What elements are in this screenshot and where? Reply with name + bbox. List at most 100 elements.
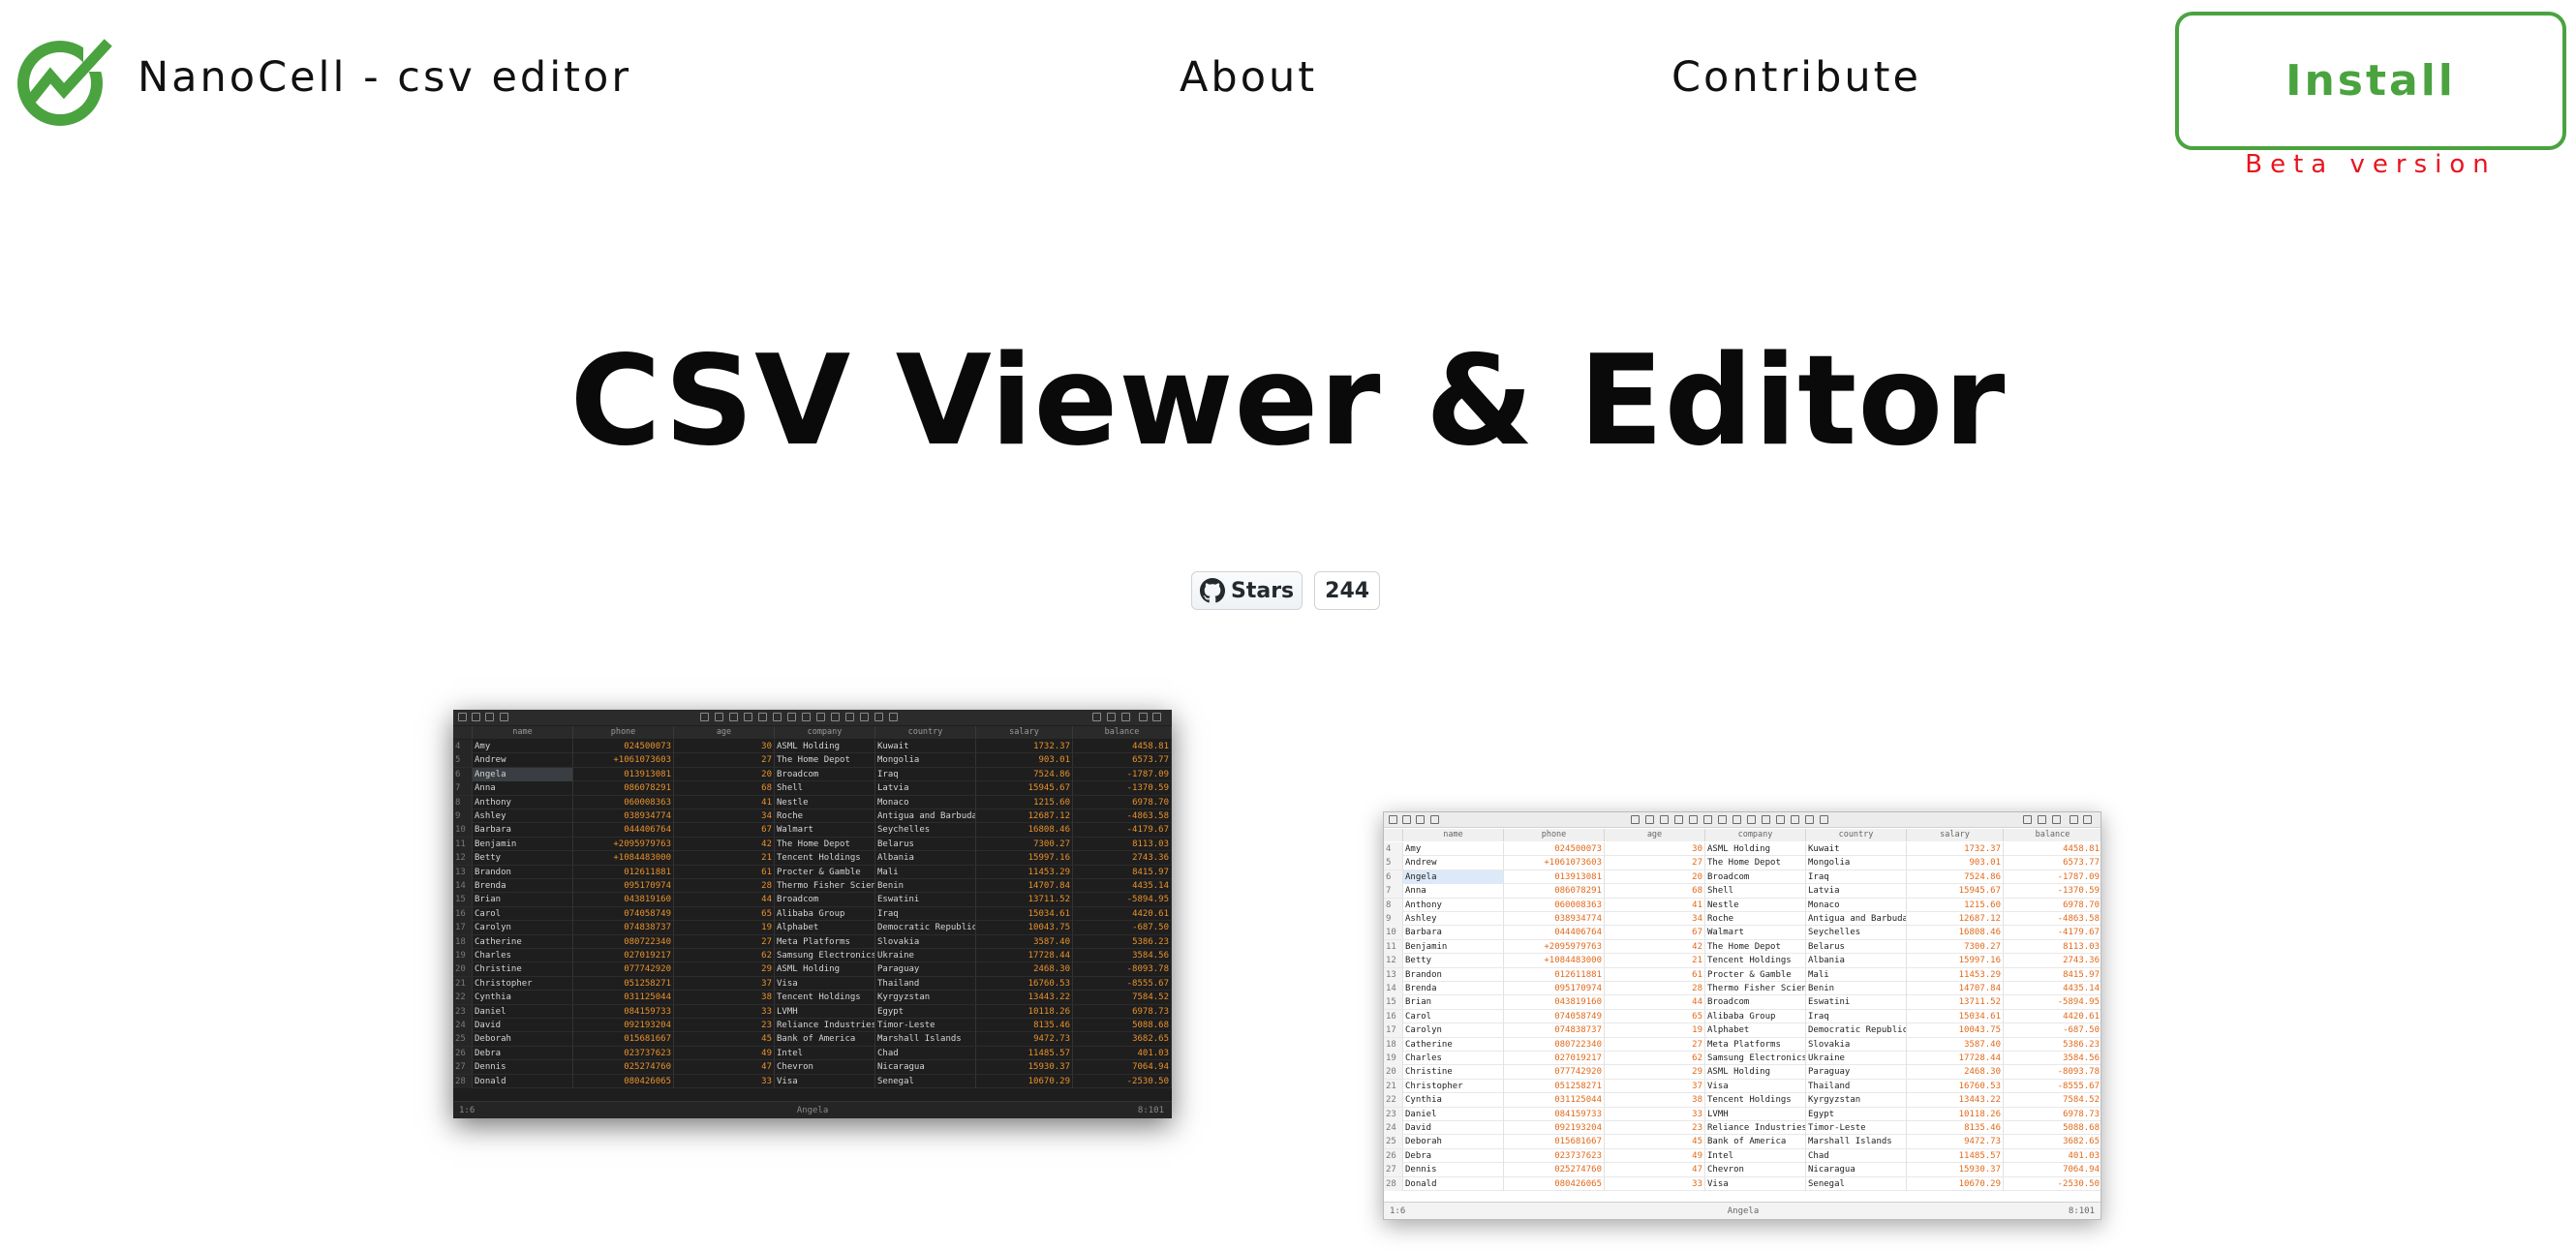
table-cell[interactable]: Christine: [473, 962, 573, 977]
table-cell[interactable]: 11453.29: [976, 865, 1073, 879]
table-cell[interactable]: Thailand: [1806, 1079, 1907, 1093]
table-cell[interactable]: Angela: [1403, 870, 1504, 884]
table-cell[interactable]: 28: [1605, 982, 1705, 995]
table-cell[interactable]: 68: [1605, 884, 1705, 899]
table-cell[interactable]: Benjamin: [1403, 939, 1504, 954]
table-cell[interactable]: 10670.29: [1907, 1176, 2004, 1191]
toolbar-tool-icon[interactable]: [700, 713, 709, 721]
table-cell[interactable]: Barbara: [473, 823, 573, 838]
table-row[interactable]: 16 Carol 074058749 65 Alibaba Group Iraq 15034…: [453, 906, 1172, 922]
table-cell[interactable]: 15034.61: [976, 906, 1073, 921]
table-cell[interactable]: Carol: [473, 906, 573, 921]
table-cell[interactable]: 074838737: [573, 921, 674, 935]
table-cell[interactable]: Chevron: [775, 1060, 875, 1075]
toolbar-tool-icon[interactable]: [729, 713, 738, 721]
table-cell[interactable]: 6573.77: [2004, 856, 2101, 870]
table-cell[interactable]: 4420.61: [2004, 1010, 2101, 1023]
table-cell[interactable]: 043819160: [1504, 995, 1605, 1010]
table-cell[interactable]: Latvia: [1806, 884, 1907, 899]
table-cell[interactable]: Nicaragua: [875, 1060, 976, 1075]
table-row[interactable]: 9 Ashley 038934774 34 Roche Antigua and Barbu…: [453, 809, 1172, 824]
column-header[interactable]: company: [1705, 829, 1806, 841]
table-cell[interactable]: Nestle: [1705, 898, 1806, 912]
table-cell[interactable]: 33: [1605, 1176, 1705, 1191]
table-cell[interactable]: 41: [674, 795, 775, 809]
table-cell[interactable]: 012611881: [573, 865, 674, 879]
table-cell[interactable]: 34: [674, 809, 775, 823]
table-cell[interactable]: 025274760: [1504, 1163, 1605, 1177]
table-cell[interactable]: 3584.56: [2004, 1052, 2101, 1065]
table-cell[interactable]: Christine: [1403, 1065, 1504, 1080]
table-cell[interactable]: 29: [674, 962, 775, 977]
table-row[interactable]: 20 Christine 077742920 29 ASML Holding Paragu…: [1384, 1065, 2101, 1080]
table-cell[interactable]: ASML Holding: [775, 740, 875, 753]
table-cell[interactable]: 3587.40: [1907, 1037, 2004, 1052]
table-cell[interactable]: 4458.81: [1073, 740, 1172, 753]
table-row[interactable]: 5 Andrew +1061073603 27 The Home Depot Mongol…: [453, 753, 1172, 768]
table-cell[interactable]: 031125044: [573, 991, 674, 1005]
table-cell[interactable]: Christopher: [473, 976, 573, 991]
table-cell[interactable]: 024500073: [573, 740, 674, 753]
table-row[interactable]: 19 Charles 027019217 62 Samsung Electronics U…: [453, 949, 1172, 963]
table-cell[interactable]: Alphabet: [775, 921, 875, 935]
table-row[interactable]: 28 Donald 080426065 33 Visa Senegal 10670.29 -2…: [1384, 1176, 2101, 1191]
table-cell[interactable]: ASML Holding: [1705, 842, 1806, 856]
toolbar-tool-icon[interactable]: [845, 713, 854, 721]
table-cell[interactable]: Monaco: [875, 795, 976, 809]
github-stars-count[interactable]: 244: [1314, 571, 1381, 610]
table-cell[interactable]: Walmart: [1705, 926, 1806, 940]
table-row[interactable]: 4 Amy 024500073 30 ASML Holding Kuwait 1732.37…: [1384, 842, 2101, 857]
table-cell[interactable]: -8555.67: [2004, 1080, 2101, 1093]
toolbar-tool-icon[interactable]: [2038, 815, 2046, 824]
table-row[interactable]: 23 Daniel 084159733 33 LVMH Egypt 10118.26 6978…: [1384, 1107, 2101, 1121]
table-cell[interactable]: 14707.84: [1907, 982, 2004, 995]
table-cell[interactable]: 21: [1605, 954, 1705, 968]
table-cell[interactable]: 16808.46: [976, 823, 1073, 838]
table-cell[interactable]: Andrew: [1403, 856, 1504, 870]
table-cell[interactable]: Shell: [1705, 884, 1806, 899]
table-row[interactable]: 10 Barbara 044406764 67 Walmart Seychelles 168…: [1384, 926, 2101, 940]
table-cell[interactable]: 7584.52: [1073, 991, 1172, 1005]
table-row[interactable]: 21 Christopher 051258271 37 Visa Thailand 1676…: [453, 976, 1172, 992]
table-cell[interactable]: Visa: [775, 976, 875, 991]
table-cell[interactable]: -687.50: [2004, 1023, 2101, 1037]
table-cell[interactable]: Roche: [1705, 912, 1806, 926]
table-cell[interactable]: 7300.27: [1907, 939, 2004, 954]
table-cell[interactable]: 401.03: [1073, 1046, 1172, 1060]
table-row[interactable]: 14Brenda09517097428Thermo Fisher Scienti…: [1384, 982, 2101, 996]
table-cell[interactable]: 62: [1605, 1052, 1705, 1065]
table-cell[interactable]: 077742920: [573, 962, 674, 977]
table-row[interactable]: 22 Cynthia 031125044 38 Tencent Holdings Kyrg…: [1384, 1093, 2101, 1108]
table-cell[interactable]: 903.01: [1907, 856, 2004, 870]
table-cell[interactable]: Catherine: [1403, 1037, 1504, 1052]
table-row[interactable]: 16 Carol 074058749 65 Alibaba Group Iraq 15034…: [1384, 1009, 2101, 1024]
toolbar-tool-icon[interactable]: [2070, 815, 2078, 824]
table-cell[interactable]: Reliance Industries: [1705, 1121, 1806, 1135]
table-cell[interactable]: 10043.75: [976, 921, 1073, 935]
table-cell[interactable]: 15034.61: [1907, 1009, 2004, 1023]
table-cell[interactable]: Benin: [1806, 982, 1907, 995]
table-cell[interactable]: -4179.67: [1073, 823, 1172, 838]
table-cell[interactable]: 074058749: [573, 906, 674, 921]
table-row[interactable]: 7 Anna 086078291 68 Shell Latvia 15945.67 -1370…: [453, 781, 1172, 796]
toolbar-tool-icon[interactable]: [1092, 713, 1101, 721]
table-cell[interactable]: ASML Holding: [1705, 1065, 1806, 1080]
table-cell[interactable]: 17728.44: [976, 949, 1073, 962]
table-cell[interactable]: 47: [674, 1060, 775, 1075]
table-cell[interactable]: -1370.59: [2004, 884, 2101, 898]
table-cell[interactable]: Brian: [473, 893, 573, 907]
table-cell[interactable]: Broadcom: [1705, 870, 1806, 884]
table-cell[interactable]: Albania: [875, 851, 976, 866]
table-cell[interactable]: Iraq: [1806, 1009, 1907, 1023]
table-cell[interactable]: Charles: [1403, 1052, 1504, 1065]
table-row[interactable]: 19 Charles 027019217 62 Samsung Electronics U…: [1384, 1052, 2101, 1066]
table-cell[interactable]: 10118.26: [976, 1004, 1073, 1019]
toolbar-tool-icon[interactable]: [1645, 815, 1654, 824]
table-cell[interactable]: 33: [674, 1004, 775, 1019]
table-cell[interactable]: 084159733: [573, 1004, 674, 1019]
brand-name[interactable]: NanoCell - csv editor: [138, 53, 631, 102]
table-cell[interactable]: Dennis: [1403, 1163, 1504, 1177]
table-cell[interactable]: 903.01: [976, 753, 1073, 768]
table-row[interactable]: 26 Debra 023737623 49 Intel Chad 11485.57 401.0…: [1384, 1148, 2101, 1164]
table-cell[interactable]: Antigua and Barbuda: [1806, 912, 1907, 926]
